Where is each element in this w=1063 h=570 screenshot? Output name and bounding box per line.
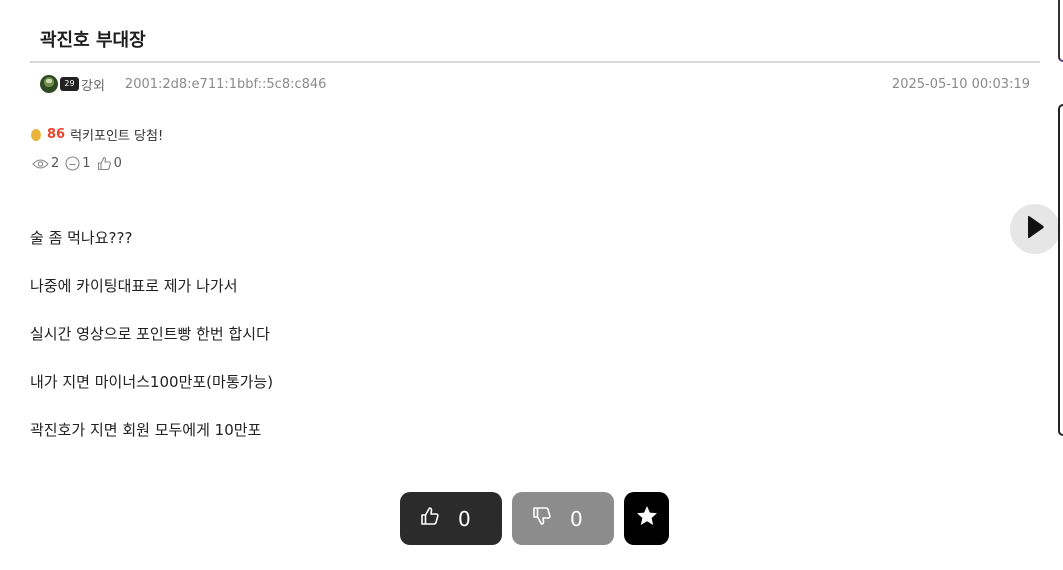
thumbs-up-icon — [97, 156, 112, 171]
side-panel-edge — [1058, 104, 1063, 436]
star-icon — [635, 504, 659, 533]
post-meta: 29 강외 2001:2d8:e711:1bbf::5c8:c846 2025-… — [40, 73, 1030, 95]
body-line: 실시간 영상으로 포인트빵 한번 합시다 — [30, 325, 270, 343]
view-count: 2 — [51, 156, 60, 171]
title-divider — [30, 61, 1040, 63]
body-line: 곽진호가 지면 회원 모두에게 10만포 — [30, 421, 262, 439]
avatar[interactable] — [40, 75, 58, 93]
body-line: 술 좀 먹나요??? — [30, 229, 133, 247]
lucky-point-banner: 86 럭키포인트 당첨! — [31, 125, 163, 144]
author-ip: 2001:2d8:e711:1bbf::5c8:c846 — [124, 76, 327, 92]
level-badge: 29 — [60, 77, 79, 91]
body-line: 나중에 카이팅대표로 제가 나가서 — [30, 277, 238, 295]
body-line: 내가 지면 마이너스100만포(마통가능) — [30, 373, 274, 391]
comment-count: 1 — [82, 156, 91, 171]
eye-icon — [32, 158, 49, 170]
author-name[interactable]: 강외 — [81, 75, 105, 94]
post-stats: 2 1 0 — [32, 156, 128, 171]
upvote-count: 0 — [458, 506, 471, 531]
lucky-text: 럭키포인트 당첨! — [70, 129, 164, 144]
like-count: 0 — [113, 156, 122, 171]
side-panel-edge — [1058, 0, 1063, 62]
thumbs-up-icon — [420, 506, 440, 531]
post-title: 곽진호 부대장 — [40, 30, 146, 51]
post-date: 2025-05-10 00:03:19 — [891, 76, 1030, 92]
post-body: 술 좀 먹나요??? 나중에 카이팅대표로 제가 나가서 실시간 영상으로 포인… — [30, 228, 273, 468]
play-icon — [1025, 215, 1045, 243]
comment-icon — [65, 156, 80, 171]
downvote-count: 0 — [570, 506, 583, 531]
upvote-button[interactable]: 0 — [400, 492, 502, 545]
lucky-points: 86 — [47, 127, 66, 142]
vote-bar: 0 0 — [400, 492, 669, 545]
thumbs-down-icon — [532, 506, 552, 531]
downvote-button[interactable]: 0 — [512, 492, 614, 545]
media-play-button[interactable] — [1010, 204, 1060, 254]
bookmark-button[interactable] — [624, 492, 669, 545]
coin-icon — [31, 128, 41, 141]
